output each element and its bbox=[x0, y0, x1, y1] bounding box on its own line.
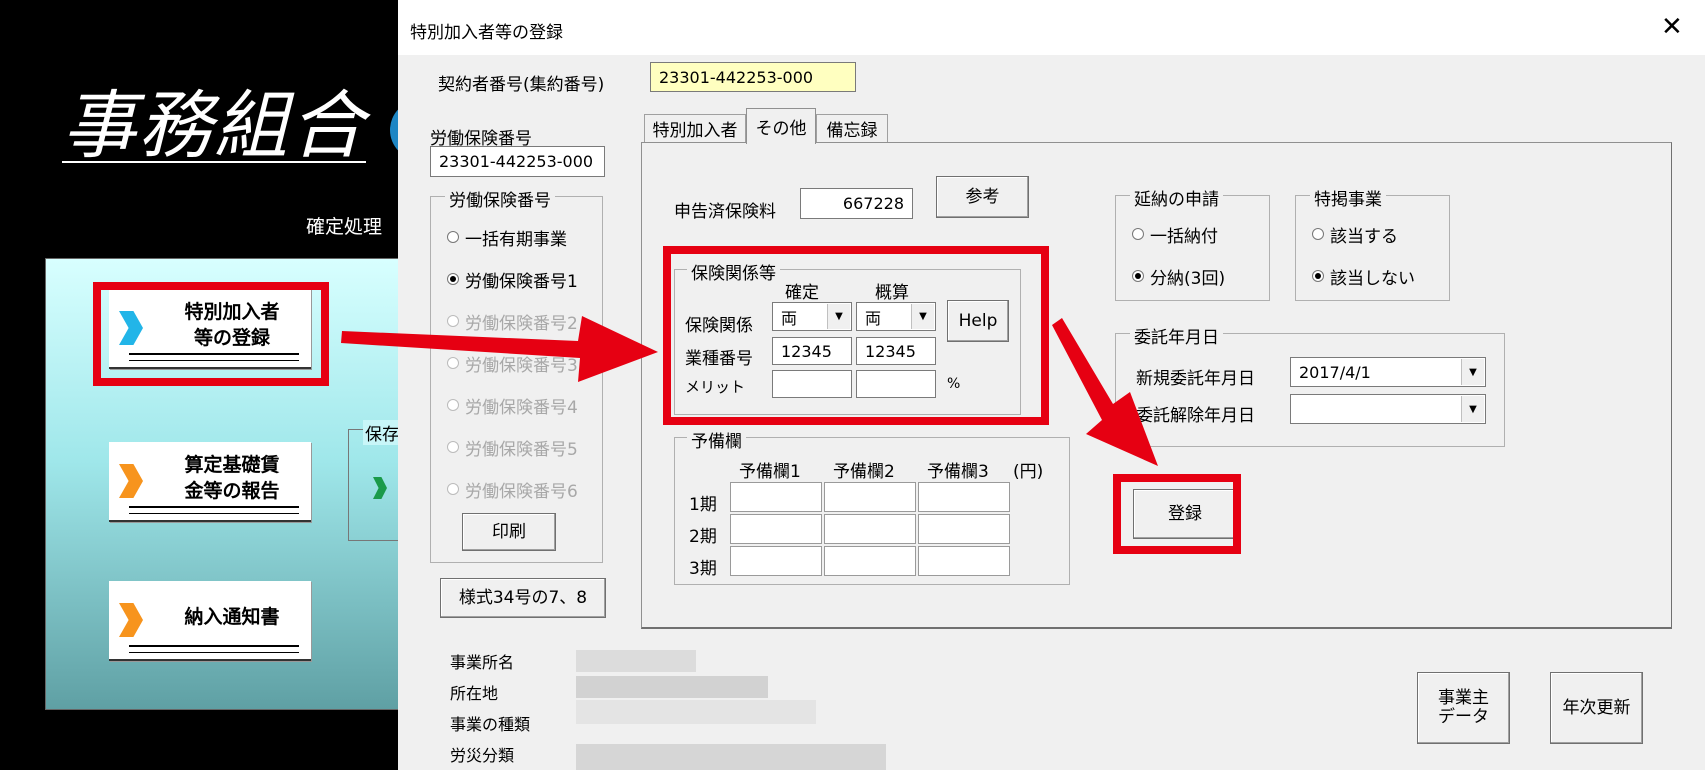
arrow-to-register-button bbox=[1052, 318, 1158, 466]
annotation-arrows bbox=[341, 316, 1158, 466]
arrow-to-insurance-group bbox=[341, 316, 658, 382]
tab-other[interactable]: その他 bbox=[746, 108, 816, 144]
